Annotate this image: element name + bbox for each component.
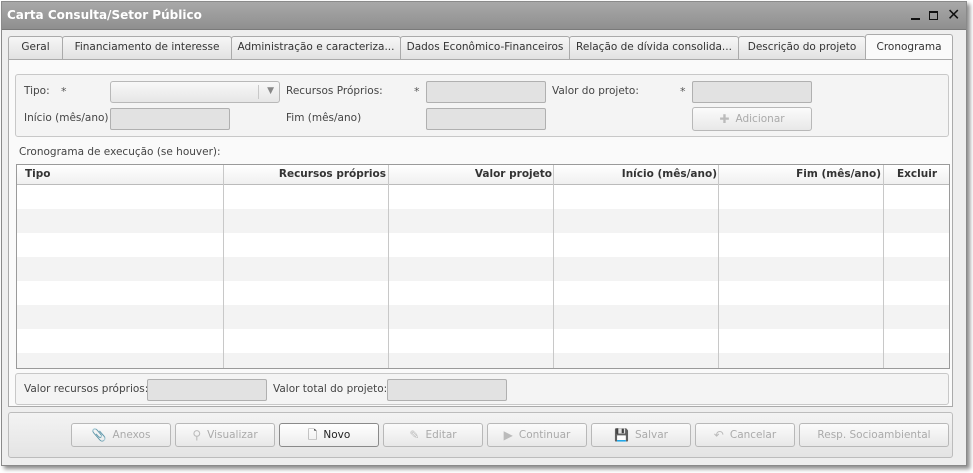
table-row — [17, 281, 949, 305]
valor-projeto-label: Valor do projeto: — [552, 85, 639, 97]
action-bar: 📎 Anexos ⚲ Visualizar 🗋 Novo ✎ Editar ▶ Conti… — [8, 412, 953, 458]
undo-arrow-icon: ↶ — [713, 428, 724, 442]
novo-button[interactable]: 🗋 Novo — [279, 423, 379, 447]
visualizar-button[interactable]: ⚲ Visualizar — [175, 423, 275, 447]
total-projeto-label: Valor total do projeto: — [273, 383, 388, 395]
recursos-proprios-input[interactable] — [426, 81, 546, 103]
column-header-inicio[interactable]: Início (mês/ano) — [554, 165, 718, 185]
totals-panel: Valor recursos próprios: Valor total do … — [15, 373, 949, 405]
close-button[interactable]: ✕ — [947, 7, 961, 23]
tab-geral[interactable]: Geral — [8, 36, 63, 59]
paperclip-icon: 📎 — [91, 428, 107, 442]
inicio-input[interactable] — [110, 108, 230, 130]
tab-bar: Geral Financiamento de interesse Adminis… — [8, 34, 953, 60]
new-document-icon: 🗋 — [307, 428, 318, 442]
table-header: Tipo Recursos próprios Valor projeto Iní… — [17, 165, 949, 185]
fim-input[interactable] — [426, 108, 546, 130]
app-window: Carta Consulta/Setor Público ✕ Geral Fin… — [1, 1, 967, 466]
resp-socioambiental-label: Resp. Socioambiental — [817, 429, 931, 441]
total-recursos-proprios-field — [147, 379, 267, 401]
inicio-label: Início (mês/ano) — [24, 112, 109, 124]
plus-icon: ✚ — [719, 112, 730, 126]
chevron-down-icon: ▼ — [267, 86, 274, 96]
continuar-button[interactable]: ▶ Continuar — [487, 423, 587, 447]
tab-relacao-divida[interactable]: Relação de dívida consolida... — [569, 36, 739, 59]
floppy-disk-icon: 💾 — [614, 428, 629, 442]
tipo-required-mark: * — [61, 85, 67, 98]
minimize-button[interactable] — [909, 7, 923, 23]
table-row — [17, 305, 949, 329]
window-title: Carta Consulta/Setor Público — [7, 8, 202, 22]
tipo-select[interactable]: ▼ — [110, 81, 280, 103]
salvar-label: Salvar — [634, 429, 668, 441]
recursos-proprios-label: Recursos Próprios: — [286, 85, 383, 97]
column-header-recursos-proprios[interactable]: Recursos próprios — [223, 165, 387, 185]
title-bar: Carta Consulta/Setor Público ✕ — [2, 2, 966, 30]
tipo-label: Tipo: — [24, 85, 50, 97]
tab-financiamento[interactable]: Financiamento de interesse — [62, 36, 232, 59]
total-projeto-field — [387, 379, 507, 401]
table-row — [17, 233, 949, 257]
resp-socioambiental-button[interactable]: Resp. Socioambiental — [799, 423, 949, 447]
total-recursos-proprios-label: Valor recursos próprios: — [24, 383, 149, 395]
adicionar-button[interactable]: ✚ Adicionar — [692, 107, 812, 131]
editar-button[interactable]: ✎ Editar — [383, 423, 483, 447]
recursos-required-mark: * — [414, 85, 420, 98]
adicionar-label: Adicionar — [735, 113, 785, 125]
tab-dados-economicos[interactable]: Dados Econômico-Financeiros — [400, 36, 570, 59]
table-row — [17, 329, 949, 353]
cancelar-label: Cancelar — [729, 429, 777, 441]
table-row — [17, 209, 949, 233]
valor-projeto-input[interactable] — [692, 81, 812, 103]
maximize-button[interactable] — [928, 7, 942, 23]
entry-form: Tipo: * ▼ Recursos Próprios: * Valor do … — [15, 74, 949, 137]
table-row — [17, 353, 949, 368]
play-arrow-icon: ▶ — [503, 428, 513, 442]
pencil-icon: ✎ — [409, 428, 420, 442]
editar-label: Editar — [425, 429, 457, 441]
valor-projeto-required-mark: * — [680, 85, 686, 98]
table-row — [17, 185, 949, 209]
continuar-label: Continuar — [518, 429, 571, 441]
anexos-label: Anexos — [112, 429, 151, 441]
column-header-valor-projeto[interactable]: Valor projeto — [389, 165, 553, 185]
column-header-tipo[interactable]: Tipo — [24, 165, 219, 185]
cancelar-button[interactable]: ↶ Cancelar — [695, 423, 795, 447]
anexos-button[interactable]: 📎 Anexos — [71, 423, 171, 447]
salvar-button[interactable]: 💾 Salvar — [591, 423, 691, 447]
cronograma-section-label: Cronograma de execução (se houver): — [19, 146, 221, 158]
tab-descricao-projeto[interactable]: Descrição do projeto — [738, 36, 866, 59]
column-header-excluir[interactable]: Excluir — [885, 165, 949, 185]
table-row — [17, 257, 949, 281]
novo-label: Novo — [323, 429, 351, 441]
magnifier-icon: ⚲ — [192, 428, 202, 442]
tab-administracao[interactable]: Administração e caracteriza... — [231, 36, 401, 59]
visualizar-label: Visualizar — [207, 429, 258, 441]
fim-label: Fim (mês/ano) — [286, 112, 362, 124]
tab-content-cronograma: Tipo: * ▼ Recursos Próprios: * Valor do … — [8, 59, 953, 407]
cronograma-table: Tipo Recursos próprios Valor projeto Iní… — [16, 164, 950, 369]
tab-cronograma[interactable]: Cronograma — [865, 34, 953, 60]
column-header-fim[interactable]: Fim (mês/ano) — [719, 165, 882, 185]
